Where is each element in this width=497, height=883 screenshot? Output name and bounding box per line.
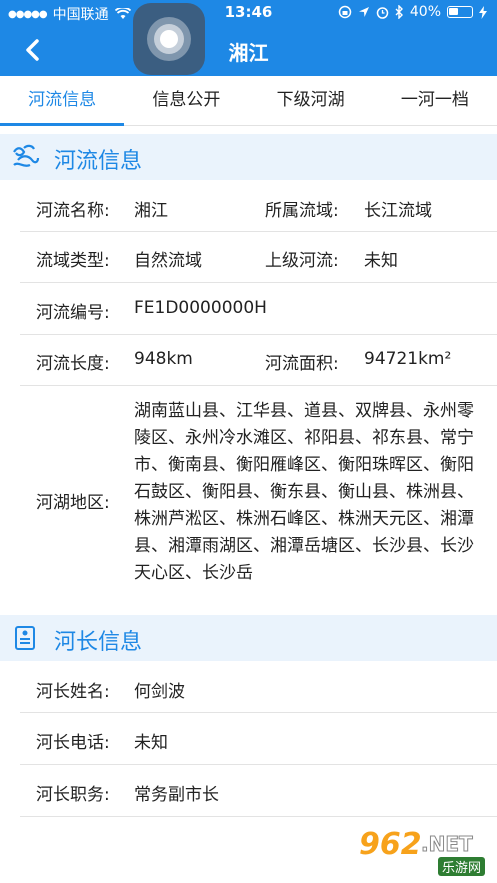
river-length-row: 河流长度: 948km 河流面积: 94721km² <box>20 335 497 386</box>
basin-type-value: 自然流域 <box>134 251 202 271</box>
site-watermark: 962 .NET 乐游网 <box>359 827 489 877</box>
assistive-touch-button[interactable] <box>133 3 205 75</box>
river-code-row: 河流编号: FE1D0000000H <box>20 283 497 335</box>
chief-name-row: 河长姓名: 何剑波 <box>20 661 497 713</box>
river-chief-header: 河长信息 <box>0 615 497 661</box>
tab-info-disclosure[interactable]: 信息公开 <box>124 76 248 125</box>
chief-position-label: 河长职务: <box>36 785 110 805</box>
watermark-logo: 962 <box>359 827 422 862</box>
chief-phone-row: 河长电话: 未知 <box>20 713 497 765</box>
charging-icon <box>479 5 487 19</box>
water-wave-icon <box>13 144 40 167</box>
basin-label: 所属流域: <box>265 201 339 221</box>
tab-river-archive[interactable]: 一河一档 <box>373 76 497 125</box>
battery-percent: 40% <box>409 4 441 20</box>
location-icon <box>358 7 369 17</box>
basin-type-row: 流域类型: 自然流域 上级河流: 未知 <box>20 232 497 283</box>
watermark-net: .NET <box>421 832 474 857</box>
lock-rotation-icon <box>338 5 352 19</box>
nav-bar: 湘江 <box>0 26 497 76</box>
river-name-row: 河流名称: 湘江 所属流域: 长江流域 <box>20 180 497 232</box>
river-name-label: 河流名称: <box>36 201 110 221</box>
river-info-header: 河流信息 <box>0 134 497 180</box>
basin-type-label: 流域类型: <box>36 251 110 271</box>
river-region-label: 河湖地区: <box>36 493 110 513</box>
upper-river-value: 未知 <box>364 251 398 271</box>
bluetooth-icon <box>395 5 403 19</box>
basin-value: 长江流域 <box>364 201 432 221</box>
chief-name-value: 何剑波 <box>134 682 185 702</box>
status-bar: ●●●●● 中国联通 13:46 40% <box>0 0 497 26</box>
chief-position-row: 河长职务: 常务副市长 <box>20 765 497 817</box>
river-region-row: 河湖地区: 湖南蓝山县、江华县、道县、双牌县、永州零陵区、永州冷水滩区、祁阳县、… <box>20 386 497 614</box>
chief-phone-label: 河长电话: <box>36 733 110 753</box>
tab-river-info[interactable]: 河流信息 <box>0 76 125 126</box>
river-info-title: 河流信息 <box>54 149 143 174</box>
watermark-sub: 乐游网 <box>437 857 485 876</box>
battery-icon <box>447 6 473 18</box>
river-region-value: 湖南蓝山县、江华县、道县、双牌县、永州零陵区、永州冷水滩区、祁阳县、祁东县、常宁… <box>134 401 474 583</box>
id-card-icon <box>15 626 35 650</box>
river-code-value: FE1D0000000H <box>134 298 267 318</box>
chief-phone-value: 未知 <box>134 733 168 753</box>
upper-river-label: 上级河流: <box>265 251 339 271</box>
chief-position-value: 常务副市长 <box>134 785 219 805</box>
river-length-label: 河流长度: <box>36 354 110 374</box>
river-length-value: 948km <box>134 349 193 369</box>
alarm-icon <box>376 6 389 19</box>
river-code-label: 河流编号: <box>36 303 110 323</box>
chief-name-label: 河长姓名: <box>36 682 110 702</box>
river-area-value: 94721km² <box>364 349 452 369</box>
page-title: 湘江 <box>228 41 269 65</box>
river-name-value: 湘江 <box>134 201 168 221</box>
tab-bar: 河流信息 信息公开 下级河湖 一河一档 <box>0 76 497 126</box>
river-chief-title: 河长信息 <box>54 630 143 655</box>
tab-sub-rivers[interactable]: 下级河湖 <box>249 76 373 125</box>
river-area-label: 河流面积: <box>265 354 339 374</box>
